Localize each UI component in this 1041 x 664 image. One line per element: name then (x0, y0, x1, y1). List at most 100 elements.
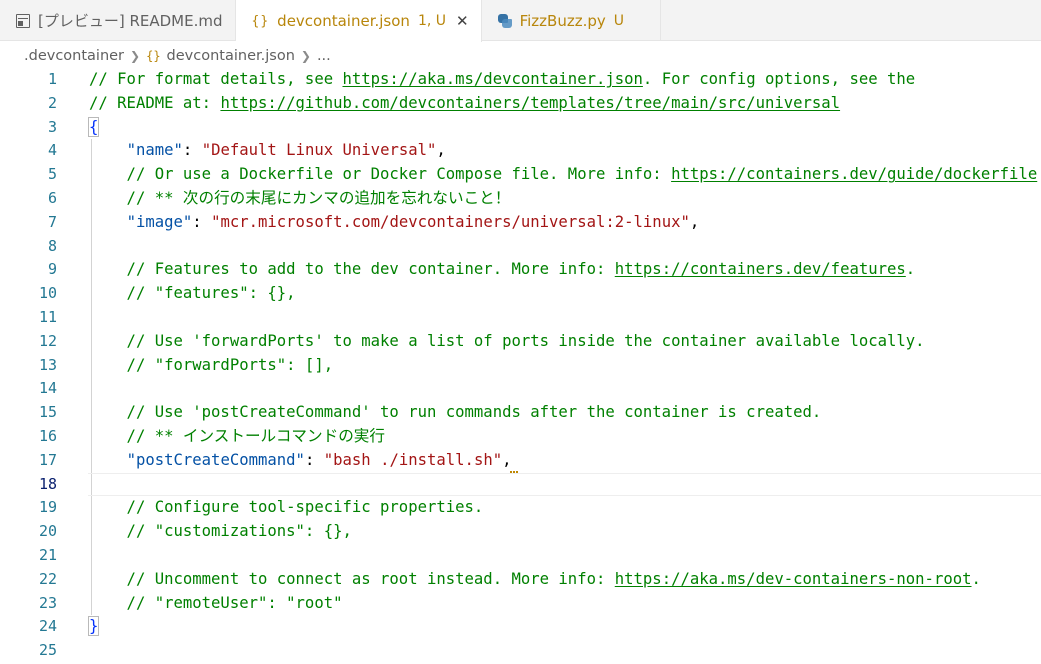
code-text: // ** インストールコマンドの実行 (89, 425, 385, 449)
line-number: 7 (47, 212, 57, 231)
code-punctuation (89, 141, 127, 159)
code-link[interactable]: https://containers.dev/features (615, 260, 906, 278)
tab-devcontainer-json[interactable]: {} devcontainer.json 1, U ✕ (235, 0, 482, 42)
code-line[interactable]: 7 "image": "mcr.microsoft.com/devcontain… (0, 211, 1041, 235)
code-comment: // Use 'postCreateCommand' to run comman… (89, 403, 822, 422)
code-text: { (87, 116, 100, 140)
code-line[interactable]: 12 // Use 'forwardPorts' to make a list … (0, 330, 1041, 354)
code-punctuation: , (436, 141, 446, 160)
code-comment: // "forwardPorts": [], (89, 355, 334, 374)
code-line[interactable]: 1 // For format details, see https://aka.… (0, 68, 1041, 92)
code-line[interactable]: 18 (0, 472, 1041, 497)
code-comment: . (905, 260, 916, 279)
breadcrumb-file[interactable]: devcontainer.json (167, 48, 295, 64)
code-punctuation: , (502, 450, 512, 469)
code-line[interactable]: 11 (0, 306, 1041, 330)
line-number: 18 (38, 474, 57, 493)
code-comment: // For format details, see (89, 70, 343, 88)
code-line[interactable]: 6 // ** 次の行の末尾にカンマの追加を忘れないこと！ (0, 187, 1041, 211)
code-line[interactable]: 23 // "remoteUser": "root" (0, 592, 1041, 616)
code-text: // For format details, see https://aka.m… (89, 68, 915, 92)
line-number: 23 (38, 593, 57, 612)
line-number: 8 (47, 236, 57, 255)
line-number: 21 (38, 545, 57, 564)
line-number: 16 (38, 426, 57, 445)
code-link[interactable]: https://aka.ms/devcontainer.json (342, 70, 642, 88)
breadcrumb-folder[interactable]: .devcontainer (24, 48, 124, 64)
code-comment: // "remoteUser": "root" (89, 593, 343, 612)
code-comment: . (971, 569, 981, 588)
code-line[interactable]: 21 (0, 544, 1041, 568)
code-line[interactable]: 14 (0, 377, 1041, 401)
breadcrumb: .devcontainer ❯ {} devcontainer.json ❯ .… (0, 42, 1041, 70)
json-key: "image" (126, 212, 193, 231)
code-line[interactable]: 15 // Use 'postCreateCommand' to run com… (0, 401, 1041, 425)
json-string: "mcr.microsoft.com/devcontainers/univers… (211, 212, 690, 231)
code-link[interactable]: https://github.com/devcontainers/templat… (220, 94, 840, 112)
code-link[interactable]: https://containers.dev/guide/dockerfile (671, 165, 1037, 183)
line-number: 17 (38, 450, 57, 469)
code-comment: // Features to add to the dev container.… (89, 260, 615, 279)
json-string: "Default Linux Universal" (201, 141, 437, 160)
tab-fizzbuzz-py[interactable]: FizzBuzz.py U (482, 0, 661, 41)
code-line[interactable]: 10 // "features": {}, (0, 282, 1041, 306)
code-line[interactable]: 8 (0, 235, 1041, 259)
code-line[interactable]: 9 // Features to add to the dev containe… (0, 258, 1041, 282)
code-line[interactable]: 22 // Uncomment to connect as root inste… (0, 568, 1041, 592)
tab-readme-preview[interactable]: [プレビュー] README.md (0, 0, 236, 41)
breadcrumb-symbols[interactable]: ... (317, 48, 331, 64)
code-line[interactable]: 3{ (0, 116, 1041, 140)
code-line[interactable]: 19 // Configure tool-specific properties… (0, 496, 1041, 520)
code-editor[interactable]: 1 // For format details, see https://aka.… (0, 68, 1041, 664)
code-line[interactable]: 4 "name": "Default Linux Universal", (0, 139, 1041, 163)
line-number: 13 (38, 355, 57, 374)
code-punctuation: : (192, 212, 212, 231)
code-punctuation (89, 213, 127, 231)
close-icon[interactable]: ✕ (456, 12, 469, 30)
code-text: // Configure tool-specific properties. (89, 496, 484, 520)
code-link[interactable]: https://aka.ms/dev-containers-non-root (615, 570, 972, 588)
code-text: // "features": {}, (89, 282, 296, 306)
code-comment: // README at: (89, 93, 221, 112)
code-comment: . For config options, see the (642, 70, 916, 88)
tab-label: devcontainer.json (277, 12, 410, 30)
json-braces-icon: {} (251, 13, 270, 29)
chevron-right-icon: ❯ (130, 49, 141, 63)
line-number: 9 (47, 260, 57, 279)
code-line[interactable]: 2 // README at: https://github.com/devcon… (0, 92, 1041, 116)
line-number: 6 (47, 188, 57, 207)
code-line[interactable]: 17 "postCreateCommand": "bash ./install.… (0, 449, 1041, 473)
code-text: // "remoteUser": "root" (89, 592, 343, 616)
chevron-right-icon: ❯ (300, 49, 311, 63)
editor-tab-bar: [プレビュー] README.md {} devcontainer.json 1… (0, 0, 1041, 42)
json-key: "name" (126, 141, 183, 160)
code-text: "postCreateCommand": "bash ./install.sh"… (89, 449, 518, 473)
code-comment: // ** インストールコマンドの実行 (89, 426, 385, 445)
code-text: // Use 'forwardPorts' to make a list of … (89, 330, 925, 354)
code-line[interactable]: 5 // Or use a Dockerfile or Docker Compo… (0, 163, 1041, 187)
line-number: 2 (47, 93, 57, 112)
code-line[interactable]: 25 (0, 639, 1041, 663)
line-number: 22 (38, 569, 57, 588)
code-comment: // "features": {}, (89, 284, 296, 303)
code-line[interactable]: 16 // ** インストールコマンドの実行 (0, 425, 1041, 449)
code-comment: // Configure tool-specific properties. (89, 498, 484, 517)
line-number: 19 (38, 498, 57, 517)
line-number: 10 (38, 284, 57, 303)
code-comment: // Use 'forwardPorts' to make a list of … (89, 331, 925, 350)
code-text: // Features to add to the dev container.… (89, 258, 916, 282)
code-text: "image": "mcr.microsoft.com/devcontainer… (89, 211, 700, 235)
line-number: 3 (47, 117, 57, 136)
tab-status-badge: U (613, 12, 624, 29)
code-text: // ** 次の行の末尾にカンマの追加を忘れないこと！ (89, 187, 511, 211)
code-line[interactable]: 20 // "customizations": {}, (0, 520, 1041, 544)
json-brace: { (87, 116, 100, 137)
tab-label: FizzBuzz.py (519, 11, 606, 30)
code-line[interactable]: 24} (0, 615, 1041, 639)
line-number: 5 (47, 165, 57, 184)
json-brace: } (87, 616, 100, 637)
code-text: // Use 'postCreateCommand' to run comman… (89, 401, 822, 425)
code-punctuation: : (304, 450, 324, 469)
line-number: 24 (38, 617, 57, 636)
code-line[interactable]: 13 // "forwardPorts": [], (0, 354, 1041, 378)
